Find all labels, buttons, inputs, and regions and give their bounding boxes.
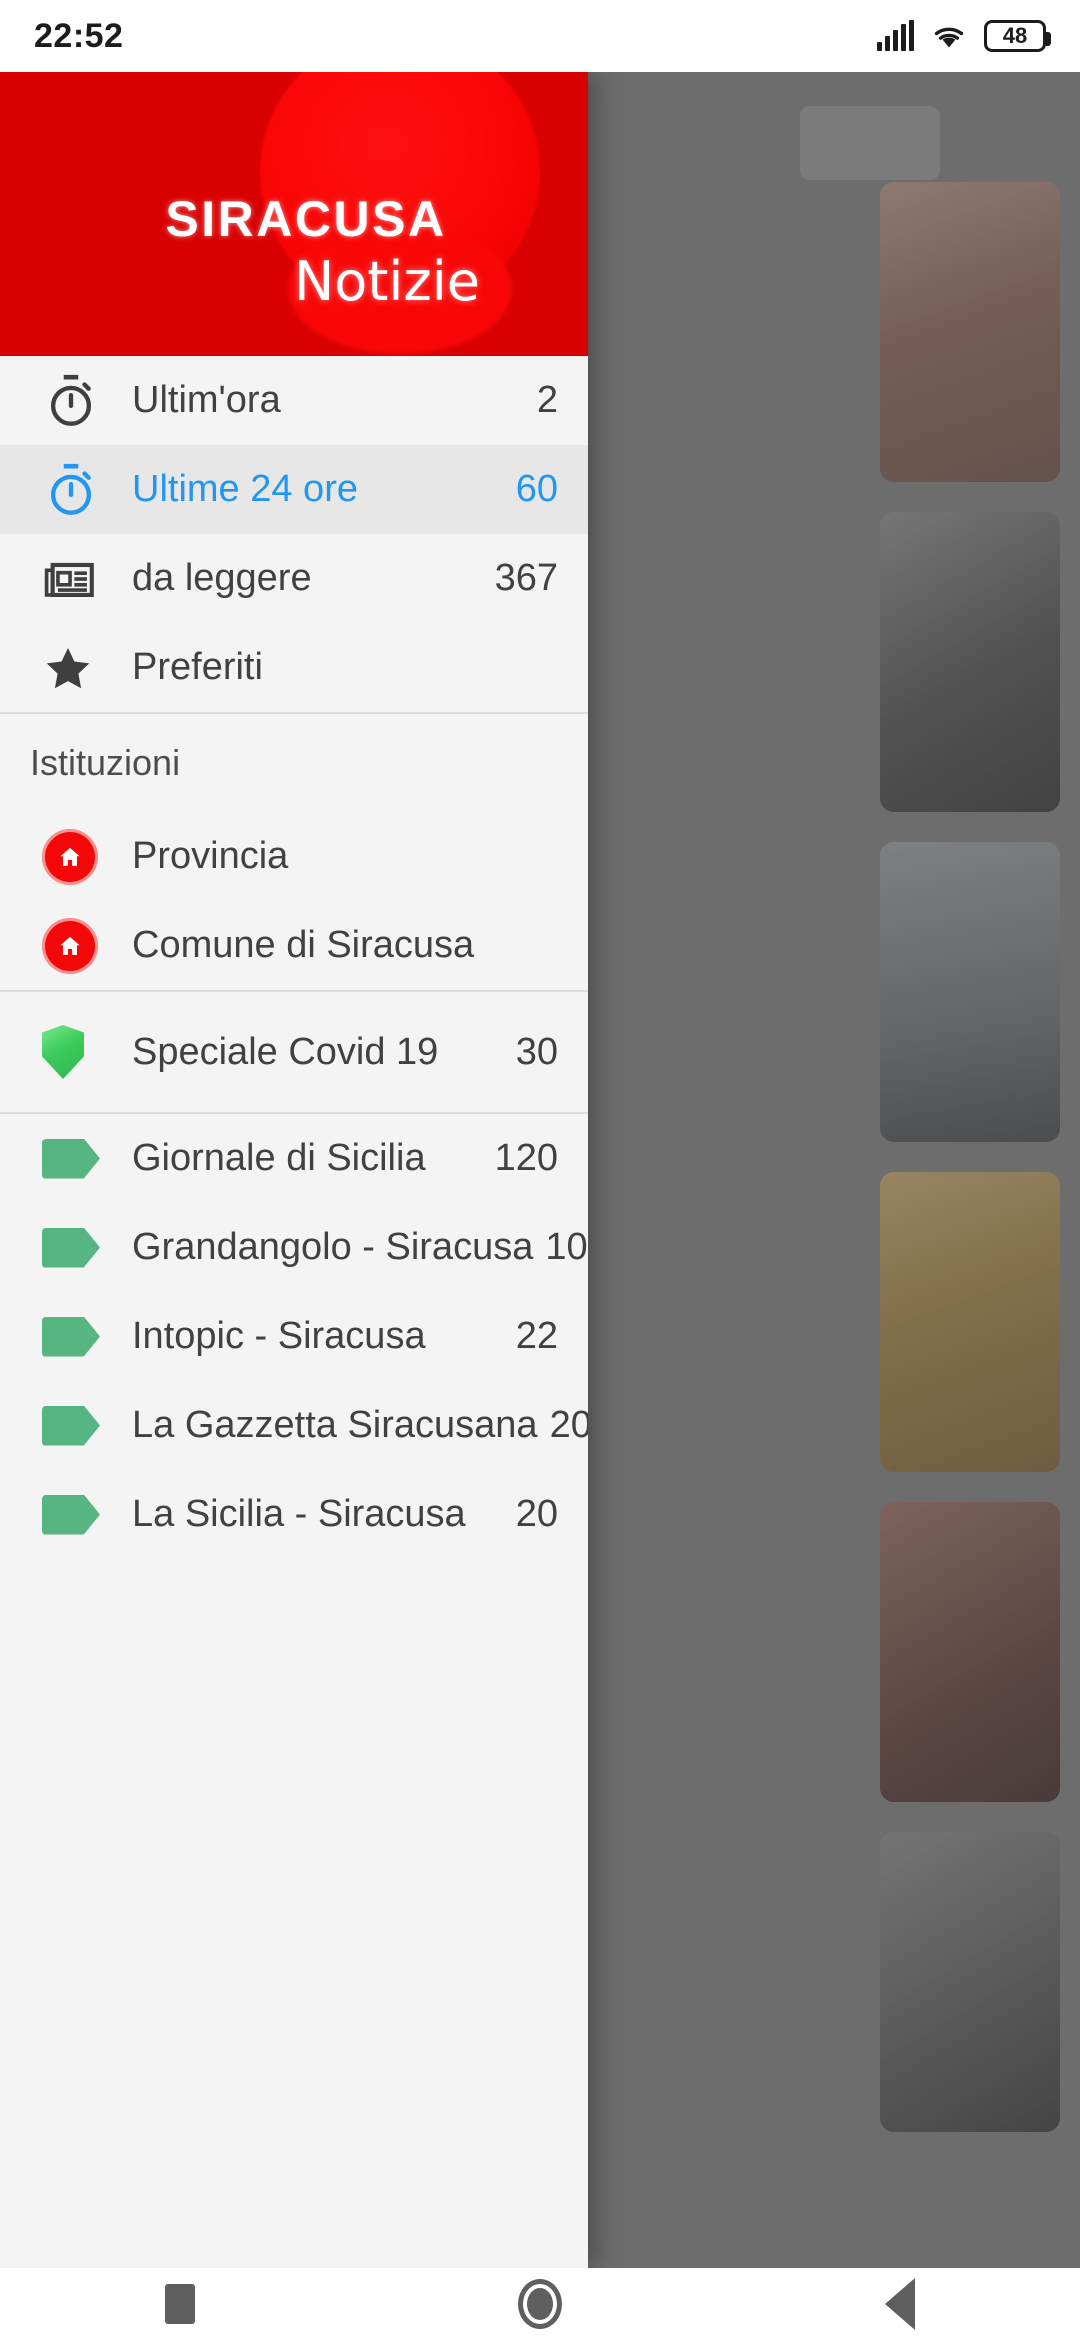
recents-icon (165, 2284, 195, 2324)
article-thumbnail[interactable] (880, 842, 1060, 1142)
drawer-item-provincia[interactable]: Provincia (0, 812, 588, 901)
drawer-item-label: Provincia (132, 835, 289, 877)
drawer-item-label: La Gazzetta Siracusana (132, 1404, 538, 1446)
drawer-item-la-sicilia-siracusa[interactable]: La Sicilia - Siracusa 20 (0, 1470, 588, 1559)
home-circle-icon (28, 917, 132, 974)
status-bar: 22:52 48 (0, 0, 1080, 72)
status-bar-clock: 22:52 (34, 16, 124, 55)
search-icon[interactable] (800, 106, 940, 180)
back-button[interactable] (815, 2268, 985, 2340)
drawer-item-count: 60 (515, 468, 558, 510)
home-circle-icon (28, 828, 132, 885)
tag-icon (28, 1494, 132, 1535)
stopwatch-icon (28, 461, 132, 519)
drawer-item-intopic-siracusa[interactable]: Intopic - Siracusa 22 (0, 1292, 588, 1381)
drawer-item-label: Ultim'ora (132, 379, 281, 421)
drawer-item-ultimora[interactable]: Ultim'ora 2 (0, 356, 588, 445)
drawer-item-label: Preferiti (132, 646, 263, 688)
drawer-item-label: Comune di Siracusa (132, 924, 475, 966)
stopwatch-icon (28, 372, 132, 430)
navigation-drawer[interactable]: SIRACUSA Notizie Ultim'ora 2 Ultime 24 o… (0, 72, 588, 2268)
drawer-item-label: La Sicilia - Siracusa (132, 1493, 466, 1535)
drawer-item-count: 30 (515, 1030, 558, 1073)
drawer-item-label: da leggere (132, 557, 312, 599)
article-thumbnail[interactable] (880, 1502, 1060, 1802)
newspaper-icon (28, 550, 132, 608)
drawer-item-grandangolo-siracusa[interactable]: Grandangolo - Siracusa 10 (0, 1203, 588, 1292)
tag-icon (28, 1227, 132, 1268)
logo-subtitle: Notizie (293, 250, 480, 313)
recents-button[interactable] (95, 2268, 265, 2340)
drawer-item-label: Ultime 24 ore (132, 468, 358, 510)
logo-title: SIRACUSA (165, 191, 447, 247)
section-title-istituzioni: Istituzioni (30, 742, 181, 783)
drawer-item-comune-di-siracusa[interactable]: Comune di Siracusa (0, 901, 588, 990)
drawer-item-count: 2 (536, 379, 558, 421)
home-icon (518, 2279, 562, 2329)
drawer-item-giornale-di-sicilia[interactable]: Giornale di Sicilia 120 (0, 1114, 588, 1203)
cellular-signal-icon (877, 20, 914, 51)
system-navigation-bar (0, 2268, 1080, 2340)
drawer-item-count: 20 (515, 1493, 558, 1535)
article-thumbnail[interactable] (880, 1832, 1060, 2132)
drawer-item-count: 10 (545, 1226, 588, 1268)
star-icon (28, 643, 132, 693)
wifi-icon (932, 22, 966, 50)
tag-icon (28, 1316, 132, 1357)
battery-level: 48 (1002, 23, 1028, 48)
article-thumbnail[interactable] (880, 182, 1060, 482)
drawer-item-speciale-covid-19[interactable]: Speciale Covid 19 30 (0, 992, 588, 1112)
shield-icon (28, 1025, 132, 1079)
home-button[interactable] (455, 2268, 625, 2340)
drawer-item-ultime-24-ore[interactable]: Ultime 24 ore 60 (0, 445, 588, 534)
drawer-item-count: 120 (494, 1137, 558, 1179)
drawer-item-label: Giornale di Sicilia (132, 1137, 426, 1179)
drawer-item-label: Intopic - Siracusa (132, 1315, 426, 1357)
drawer-item-la-gazzetta-siracusana[interactable]: La Gazzetta Siracusana 20 (0, 1381, 588, 1470)
drawer-item-label: Grandangolo - Siracusa (132, 1226, 534, 1268)
status-bar-icons: 48 (877, 20, 1051, 52)
article-thumbnail[interactable] (880, 1172, 1060, 1472)
drawer-item-count: 20 (549, 1404, 588, 1446)
drawer-item-count: 22 (515, 1315, 558, 1357)
drawer-primary-list: Ultim'ora 2 Ultime 24 ore 60 da leggere … (0, 356, 588, 712)
drawer-item-count: 367 (494, 557, 558, 599)
drawer-header-logo: SIRACUSA Notizie (0, 72, 588, 356)
phone-screen: 22:52 48 SIRACUSA Notizie Ultim'ora 2 Ul… (0, 0, 1080, 2340)
drawer-item-preferiti[interactable]: Preferiti (0, 623, 588, 712)
drawer-item-da-leggere[interactable]: da leggere 367 (0, 534, 588, 623)
battery-icon: 48 (984, 20, 1051, 52)
article-thumbnail[interactable] (880, 512, 1060, 812)
tag-icon (28, 1138, 132, 1179)
drawer-item-label: Speciale Covid 19 (132, 1030, 439, 1073)
back-icon (885, 2278, 915, 2330)
tag-icon (28, 1405, 132, 1446)
